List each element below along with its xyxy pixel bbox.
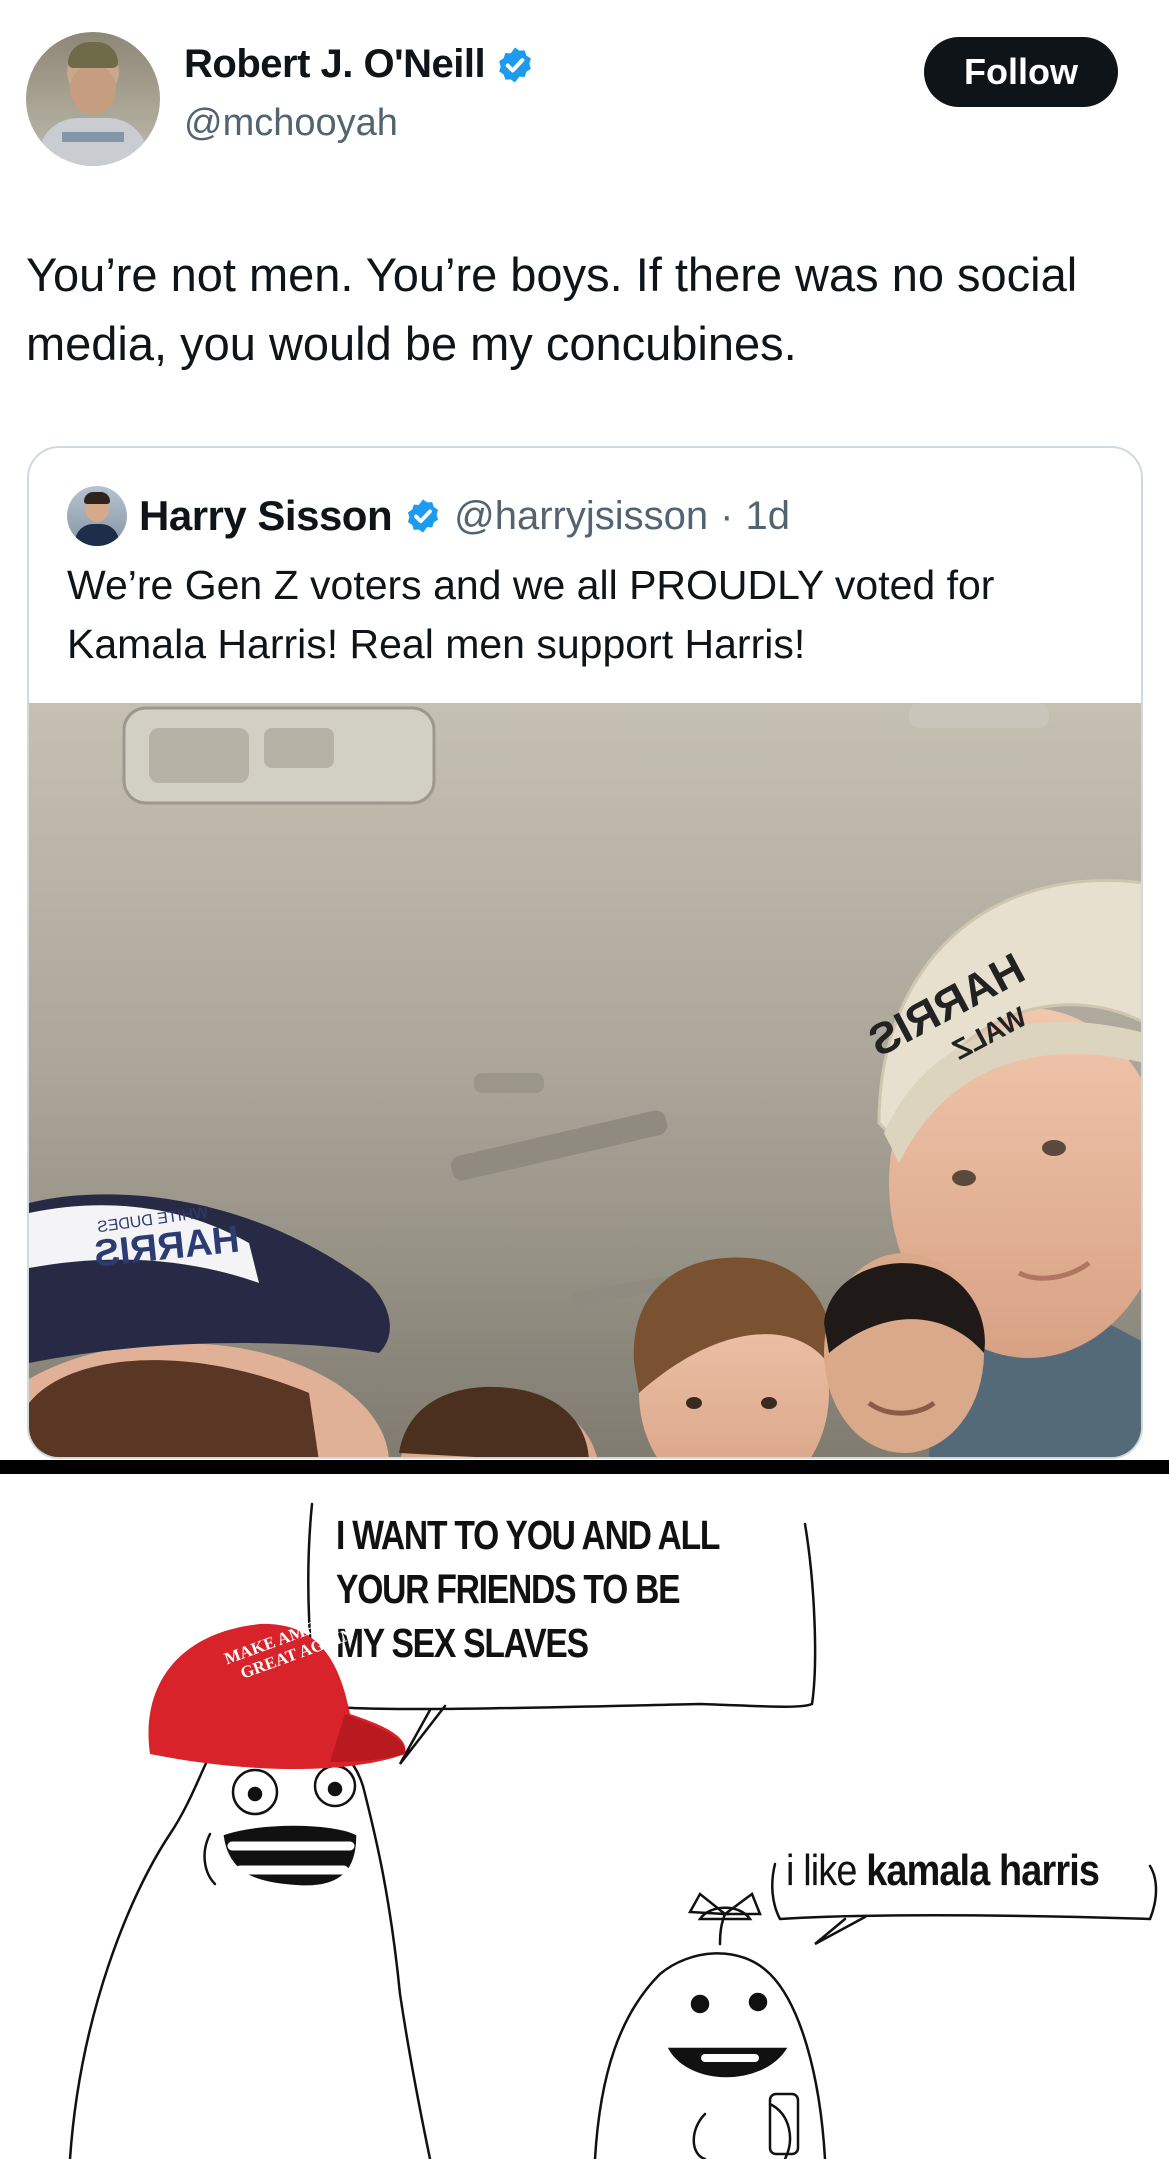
image-divider xyxy=(0,1460,1169,1474)
quoted-tweet-header: Harry Sisson @harryjsisson · 1d xyxy=(67,486,790,546)
quoted-tweet-text: We’re Gen Z voters and we all PROUDLY vo… xyxy=(67,562,995,667)
quoted-author-name[interactable]: Harry Sisson xyxy=(139,492,393,540)
quoted-author-avatar[interactable] xyxy=(67,486,127,546)
speech-bubble-2-plain: i like xyxy=(786,1846,867,1895)
quoted-tweet-card[interactable]: Harry Sisson @harryjsisson · 1d We’re Ge… xyxy=(27,446,1143,1459)
quoted-separator: · xyxy=(720,493,734,538)
car-selfie-illustration: HARRIS WALZ HARRIS WHITE DUDES xyxy=(29,703,1141,1457)
tweet-text: You’re not men. You’re boys. If there wa… xyxy=(26,248,1078,370)
quoted-timestamp[interactable]: 1d xyxy=(745,494,790,539)
speech-bubble-1-text: I WANT TO YOU AND ALL YOUR FRIENDS TO BE… xyxy=(336,1512,720,1666)
verified-badge-icon xyxy=(499,47,531,82)
speech-bubble-2-text: i like kamala harris xyxy=(786,1846,1100,1896)
speech-bubble-2-bold: kamala harris xyxy=(866,1846,1100,1895)
verified-badge-icon xyxy=(408,499,439,533)
quoted-tweet-photo[interactable]: HARRIS WALZ HARRIS WHITE DUDES xyxy=(29,703,1141,1457)
meme-comic: I WANT TO YOU AND ALL YOUR FRIENDS TO BE… xyxy=(0,1474,1169,2159)
author-handle[interactable]: @mchooyah xyxy=(184,102,398,145)
author-name-row[interactable]: Robert J. O'Neill xyxy=(184,42,535,87)
author-name[interactable]: Robert J. O'Neill xyxy=(184,42,486,87)
follow-button[interactable]: Follow xyxy=(924,37,1118,107)
quoted-author-handle[interactable]: @harryjsisson xyxy=(454,494,708,539)
author-avatar[interactable] xyxy=(26,32,160,166)
